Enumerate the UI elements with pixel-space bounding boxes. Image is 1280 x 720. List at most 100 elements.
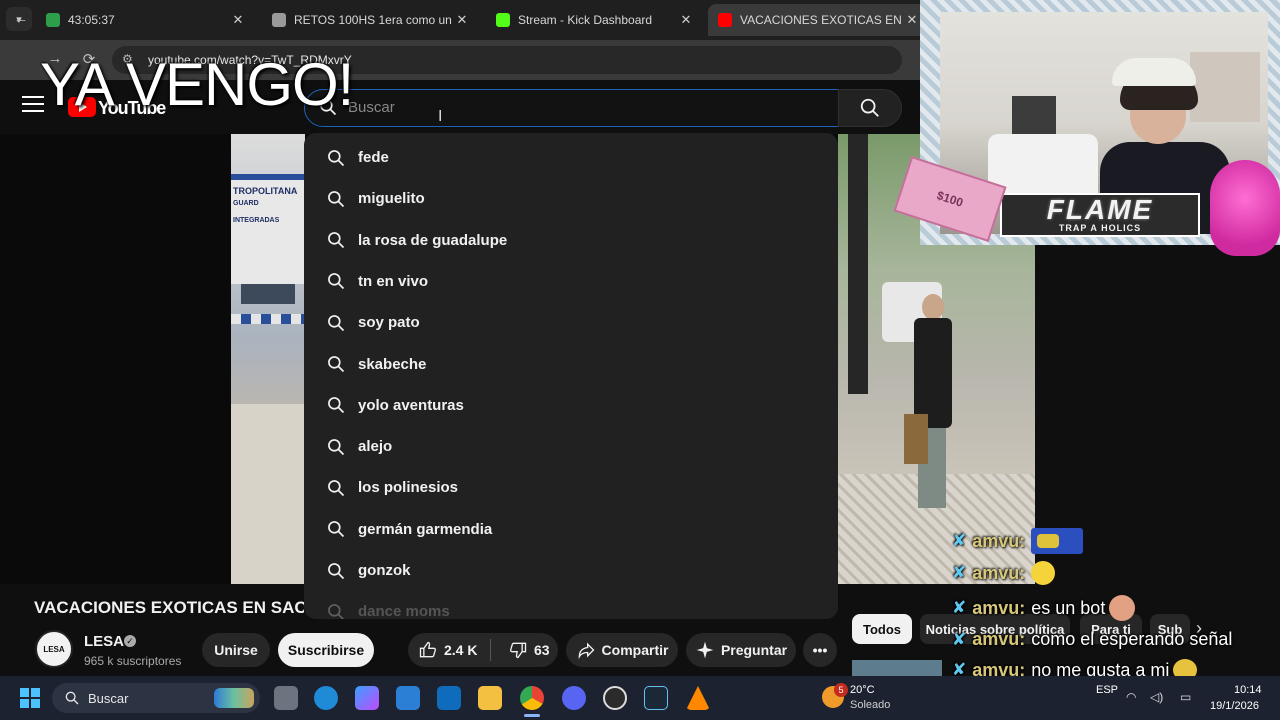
search-suggestion-item[interactable]: germán garmendia (304, 509, 838, 550)
search-suggestion-item[interactable]: la rosa de guadalupe (304, 220, 838, 261)
suggestion-text: gonzok (358, 562, 411, 579)
close-icon[interactable]: ✕ (678, 12, 694, 28)
browser-tab-retos[interactable]: RETOS 100HS 1era como un lim ✕ (262, 4, 480, 36)
active-app-indicator (524, 714, 540, 717)
search-icon (328, 438, 345, 455)
browser-tab-kick[interactable]: Stream - Kick Dashboard ✕ (486, 4, 704, 36)
share-arrow-icon (578, 642, 594, 660)
chat-message: ✘ amvu: es un bot (952, 595, 1136, 621)
search-button[interactable] (838, 89, 902, 127)
weather-temperature[interactable]: 20°C (850, 684, 875, 696)
share-button[interactable]: Compartir (566, 633, 678, 667)
verified-check-icon: ✓ (124, 635, 136, 647)
search-icon (328, 314, 345, 331)
kick-icon (496, 13, 510, 27)
suggestion-text: miguelito (358, 190, 425, 208)
video-title: VACACIONES EXOTICAS EN SAC (34, 598, 304, 617)
taskbar-search[interactable]: Buscar (52, 683, 260, 713)
channel-avatar[interactable]: LESA (35, 630, 73, 668)
copilot-icon[interactable] (355, 686, 379, 710)
like-count: 2.4 K (444, 642, 478, 658)
search-suggestion-item[interactable]: dance moms (304, 591, 838, 619)
search-suggestion-item[interactable]: miguelito (304, 178, 838, 219)
ask-button[interactable]: Preguntar (686, 633, 796, 667)
subscriber-count: 965 k suscriptores (84, 654, 182, 668)
browser-tab-timer[interactable]: 43:05:37 ✕ (36, 4, 256, 36)
dislike-button[interactable]: 63 (508, 640, 550, 660)
face-emote-icon (1109, 595, 1136, 621)
search-suggestion-item[interactable]: tn en vivo (304, 261, 838, 302)
flame-banner: FLAME TRAP A HOLICS (1000, 193, 1200, 237)
join-button[interactable]: Unirse (202, 633, 270, 667)
search-highlight-image (214, 688, 254, 708)
suggestion-text: germán garmendia (358, 520, 493, 538)
battery-icon[interactable]: ▭ (1180, 690, 1191, 704)
subscribe-button[interactable]: Suscribirse (278, 633, 374, 667)
steam-icon[interactable] (644, 686, 668, 710)
recommended-video-thumbnail[interactable] (852, 660, 942, 676)
tab-title: Stream - Kick Dashboard (518, 13, 653, 27)
search-suggestion-item[interactable]: los polinesios (304, 467, 838, 508)
person-figure (904, 294, 954, 554)
dislike-count: 63 (534, 642, 550, 658)
search-icon (328, 479, 345, 496)
suggestion-text: soy pato (358, 314, 420, 332)
sparkle-icon (696, 641, 714, 659)
pickaxe-badge-icon: ✘ (952, 598, 967, 617)
thumbs-up-icon (419, 641, 436, 658)
search-suggestion-item[interactable]: alejo (304, 426, 838, 467)
weather-condition[interactable]: Soleado (850, 699, 890, 711)
search-suggestion-item[interactable]: gonzok (304, 550, 838, 591)
chat-message: ✘ amvu: como el esperando señal (952, 629, 1233, 649)
search-suggestion-item[interactable]: yolo aventuras (304, 385, 838, 426)
search-icon (328, 356, 345, 373)
youtube-icon (718, 13, 732, 27)
search-icon (328, 562, 345, 579)
browser-tab-youtube[interactable]: VACACIONES EXOTICAS EN SAC ✕ (708, 4, 930, 36)
wifi-icon[interactable]: ◠ (1126, 690, 1136, 704)
search-icon (328, 149, 345, 166)
more-options-button[interactable]: ••• (803, 633, 837, 667)
search-icon (65, 691, 79, 705)
search-suggestion-item[interactable]: skabeche (304, 344, 838, 385)
suggestion-text: los polinesios (358, 479, 459, 497)
tab-title: 43:05:37 (68, 13, 115, 27)
search-icon (328, 397, 345, 414)
outlook-icon[interactable] (437, 686, 461, 710)
pickaxe-badge-icon: ✘ (952, 629, 967, 649)
back-icon[interactable]: ← (10, 10, 32, 30)
like-button[interactable]: 2.4 K (418, 640, 498, 660)
close-icon[interactable]: ✕ (230, 12, 246, 28)
task-view-icon[interactable] (274, 686, 298, 710)
close-icon[interactable]: ✕ (904, 12, 920, 28)
clock-time[interactable]: 10:14 (1234, 684, 1262, 696)
search-suggestion-item[interactable]: fede (304, 137, 838, 178)
more-dots-icon: ••• (812, 642, 828, 658)
suggestion-text: la rosa de guadalupe (358, 231, 508, 249)
search-icon (328, 232, 345, 249)
stream-overlay-text: YA VENGO! (40, 51, 354, 118)
search-icon (860, 98, 879, 117)
suggestion-text: tn en vivo (358, 272, 429, 290)
input-language[interactable]: ESP (1096, 684, 1118, 696)
obs-icon[interactable] (603, 686, 627, 710)
clock-date[interactable]: 19/1/2026 (1210, 700, 1259, 712)
close-icon[interactable]: ✕ (454, 12, 470, 28)
chat-message: ✘ amvu: (952, 561, 1056, 585)
search-input[interactable] (348, 96, 808, 118)
suggestion-text: fede (358, 149, 389, 166)
windows-start-icon[interactable] (20, 688, 40, 708)
chip-all[interactable]: Todos (852, 614, 912, 644)
chrome-icon[interactable] (520, 686, 544, 710)
glasses-emote-icon (1031, 528, 1084, 554)
banner-subtitle: TRAP A HOLICS (1058, 223, 1142, 233)
store-icon[interactable] (396, 686, 420, 710)
discord-icon[interactable] (562, 686, 586, 710)
channel-name[interactable]: LESA (84, 633, 124, 650)
file-explorer-icon[interactable] (478, 686, 502, 710)
edge-icon[interactable] (314, 686, 338, 710)
search-suggestion-item[interactable]: soy pato (304, 302, 838, 343)
tally-icon (46, 13, 60, 27)
volume-icon[interactable]: ◁) (1150, 690, 1163, 704)
search-suggestions-dropdown: fede miguelito la rosa de guadalupe tn en v… (304, 133, 838, 619)
